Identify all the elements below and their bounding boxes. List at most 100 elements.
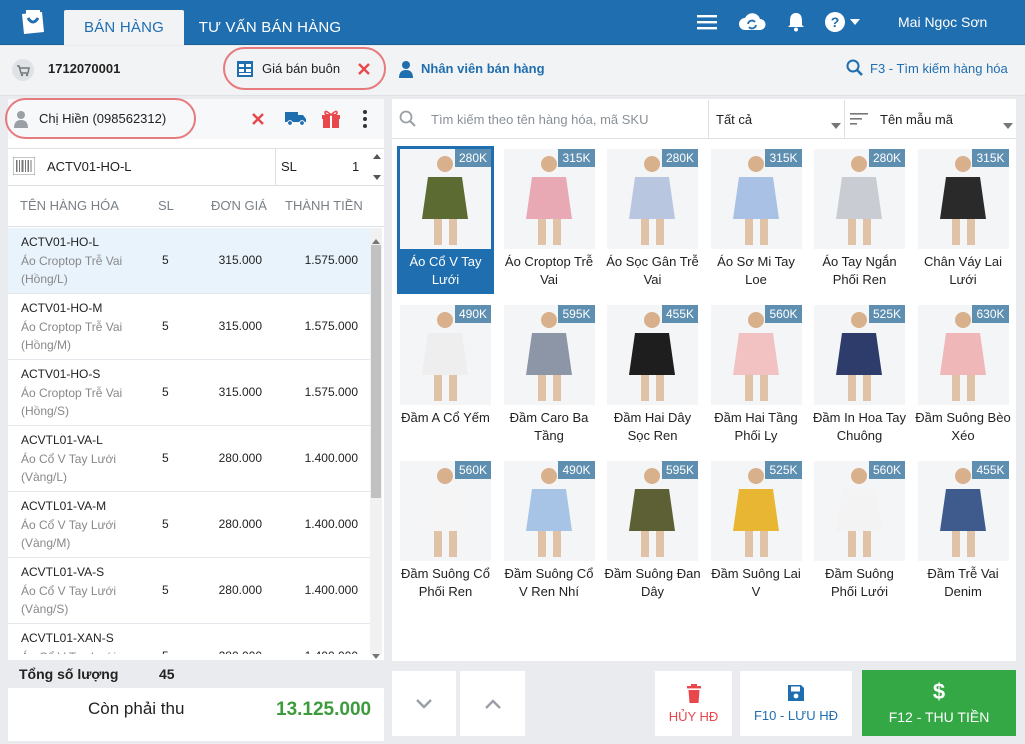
product-card[interactable]: 455K Đầm Hai Dây Sọc Ren xyxy=(604,302,701,450)
qty-input[interactable]: 1 xyxy=(352,159,359,174)
product-card[interactable]: 525K Đầm Suông Lai V xyxy=(708,458,805,606)
sku-input[interactable]: ACTV01-HO-L xyxy=(47,159,132,174)
more-options-icon[interactable] xyxy=(362,110,368,133)
cloud-sync-icon[interactable] xyxy=(737,10,767,34)
row-name: Áo Croptop Trễ Vai (Hồng/S) xyxy=(21,386,123,418)
product-card[interactable]: 595K Đầm Suông Đan Dây xyxy=(604,458,701,606)
search-products-link[interactable]: F3 - Tìm kiếm hàng hóa xyxy=(870,61,1008,76)
row-qty[interactable]: 5 xyxy=(162,385,169,399)
qty-stepper[interactable] xyxy=(372,153,382,186)
scrollbar-thumb[interactable] xyxy=(371,245,381,498)
price-badge: 490K xyxy=(454,305,491,323)
scroll-up-arrow[interactable] xyxy=(372,231,380,249)
search-icon[interactable] xyxy=(846,59,864,82)
product-card[interactable]: 560K Đầm Suông Cổ Phối Ren xyxy=(397,458,494,606)
scroll-down-button[interactable] xyxy=(392,671,456,736)
row-total: 1.400.000 xyxy=(304,517,358,531)
collect-payment-label: F12 - THU TIỀN xyxy=(888,709,990,725)
row-name: Áo Cổ V Tay Lưới (Vàng/S) xyxy=(21,584,117,616)
remove-customer-icon[interactable] xyxy=(251,112,265,131)
row-price: 280.000 xyxy=(218,583,262,597)
product-name: Đầm Suông Lai V xyxy=(711,566,801,599)
user-name[interactable]: Mai Ngọc Sơn xyxy=(898,14,987,30)
gift-icon[interactable] xyxy=(321,109,341,133)
product-card[interactable]: 630K Đầm Suông Bèo Xéo xyxy=(915,302,1012,450)
product-card[interactable]: 315K Áo Croptop Trễ Vai xyxy=(501,146,598,294)
row-sku: ACVTL01-XAN-S xyxy=(21,631,114,645)
product-card[interactable]: 280K Áo Tay Ngắn Phối Ren xyxy=(811,146,908,294)
row-qty[interactable]: 5 xyxy=(162,319,169,333)
product-card[interactable]: 525K Đầm In Hoa Tay Chuông xyxy=(811,302,908,450)
row-price: 315.000 xyxy=(218,319,262,333)
table-row[interactable]: ACTV01-HO-L Áo Croptop Trễ Vai (Hồng/L) 5 3… xyxy=(8,228,370,294)
product-name: Đầm A Cổ Yếm xyxy=(401,410,490,425)
table-row[interactable]: ACVTL01-VA-L Áo Cổ V Tay Lưới (Vàng/L) 5 28… xyxy=(8,426,370,492)
invoice-number: 1712070001 xyxy=(48,61,121,76)
price-badge: 280K xyxy=(661,149,698,167)
logo-icon[interactable] xyxy=(18,8,48,36)
row-qty[interactable]: 5 xyxy=(162,451,169,465)
tab-tu-van-ban-hang[interactable]: TƯ VẤN BÁN HÀNG xyxy=(190,10,350,45)
divider xyxy=(708,100,709,138)
product-card[interactable]: 560K Đầm Suông Phối Lưới xyxy=(811,458,908,606)
table-row[interactable]: ACVTL01-VA-M Áo Cổ V Tay Lưới (Vàng/M) 5 28… xyxy=(8,492,370,558)
row-name: Áo Cổ V Tay Lưới (Vàng/L) xyxy=(21,452,117,484)
table-row[interactable]: ACTV01-HO-S Áo Croptop Trễ Vai (Hồng/S) 5 3… xyxy=(8,360,370,426)
product-name: Đầm Suông Đan Dây xyxy=(604,566,701,599)
table-row[interactable]: ACTV01-HO-M Áo Croptop Trễ Vai (Hồng/M) 5 3… xyxy=(8,294,370,360)
save-invoice-label: F10 - LƯU HĐ xyxy=(753,708,839,723)
price-badge: 595K xyxy=(661,461,698,479)
product-card[interactable]: 315K Áo Sơ Mi Tay Loe xyxy=(708,146,805,294)
category-filter[interactable]: Tất cả xyxy=(716,112,752,127)
col-header-price: ĐƠN GIÁ xyxy=(211,198,267,213)
row-name: Áo Croptop Trễ Vai (Hồng/M) xyxy=(21,320,123,352)
delivery-truck-icon[interactable] xyxy=(285,110,307,131)
bell-icon[interactable] xyxy=(784,10,808,34)
chevron-down-icon[interactable] xyxy=(831,116,841,134)
staff-icon xyxy=(398,60,414,83)
row-sku: ACTV01-HO-L xyxy=(21,235,100,249)
amount-due-label: Còn phải thu xyxy=(88,699,185,718)
collect-payment-button[interactable]: $ F12 - THU TIỀN xyxy=(862,670,1016,736)
save-invoice-button[interactable]: F10 - LƯU HĐ xyxy=(740,671,852,736)
product-card[interactable]: 595K Đầm Caro Ba Tầng xyxy=(501,302,598,450)
product-card[interactable]: 490K Đầm A Cổ Yếm xyxy=(397,302,494,450)
product-name: Áo Croptop Trễ Vai xyxy=(504,254,594,287)
svg-text:?: ? xyxy=(831,14,840,30)
row-name: Áo Cổ V Tay Lưới xyxy=(21,648,126,654)
table-row[interactable]: ACVTL01-XAN-S Áo Cổ V Tay Lưới 5 280.000 1.4… xyxy=(8,624,370,654)
row-sku: ACVTL01-VA-L xyxy=(21,433,103,447)
menu-icon[interactable] xyxy=(695,10,719,34)
product-card[interactable]: 280K Áo Cổ V Tay Lưới xyxy=(397,146,494,294)
product-card[interactable]: 315K Chân Váy Lai Lưới xyxy=(915,146,1012,294)
sort-selector[interactable]: Tên mẫu mã xyxy=(880,112,953,127)
remove-price-mode-icon[interactable] xyxy=(357,62,371,81)
product-name: Đầm Hai Dây Sọc Ren xyxy=(613,410,692,443)
product-card[interactable]: 280K Áo Sọc Gân Trễ Vai xyxy=(604,146,701,294)
product-grid: 280K Áo Cổ V Tay Lưới 315K Áo Croptop Trễ V… xyxy=(397,146,1013,606)
row-qty[interactable]: 5 xyxy=(162,583,169,597)
chevron-down-icon[interactable] xyxy=(848,10,862,34)
row-qty[interactable]: 5 xyxy=(162,517,169,531)
product-card[interactable]: 490K Đầm Suông Cổ V Ren Nhí xyxy=(501,458,598,606)
product-search-input[interactable]: Tìm kiếm theo tên hàng hóa, mã SKU xyxy=(431,112,649,127)
tab-ban-hang[interactable]: BÁN HÀNG xyxy=(64,10,184,45)
product-card[interactable]: 560K Đầm Hai Tầng Phối Ly xyxy=(708,302,805,450)
product-card[interactable]: 455K Đầm Trễ Vai Denim xyxy=(915,458,1012,606)
price-badge: 490K xyxy=(558,461,595,479)
row-qty[interactable]: 5 xyxy=(162,649,169,654)
price-table-icon[interactable] xyxy=(236,60,254,83)
cart-icon xyxy=(11,58,35,87)
customer-name[interactable]: Chị Hiền (098562312) xyxy=(39,111,166,126)
product-name: Chân Váy Lai Lưới xyxy=(923,254,1003,287)
table-row[interactable]: ACVTL01-VA-S Áo Cổ V Tay Lưới (Vàng/S) 5 28… xyxy=(8,558,370,624)
scroll-up-button[interactable] xyxy=(460,671,525,736)
cancel-invoice-button[interactable]: HỦY HĐ xyxy=(655,671,732,736)
chevron-down-icon[interactable] xyxy=(1003,116,1013,134)
help-icon[interactable]: ? xyxy=(823,10,847,34)
staff-selector[interactable]: Nhân viên bán hàng xyxy=(421,61,545,76)
price-mode-label[interactable]: Giá bán buôn xyxy=(262,61,340,76)
row-qty[interactable]: 5 xyxy=(162,253,169,267)
total-qty-label: Tổng số lượng xyxy=(19,666,119,682)
product-name: Áo Cổ V Tay Lưới xyxy=(409,254,482,287)
